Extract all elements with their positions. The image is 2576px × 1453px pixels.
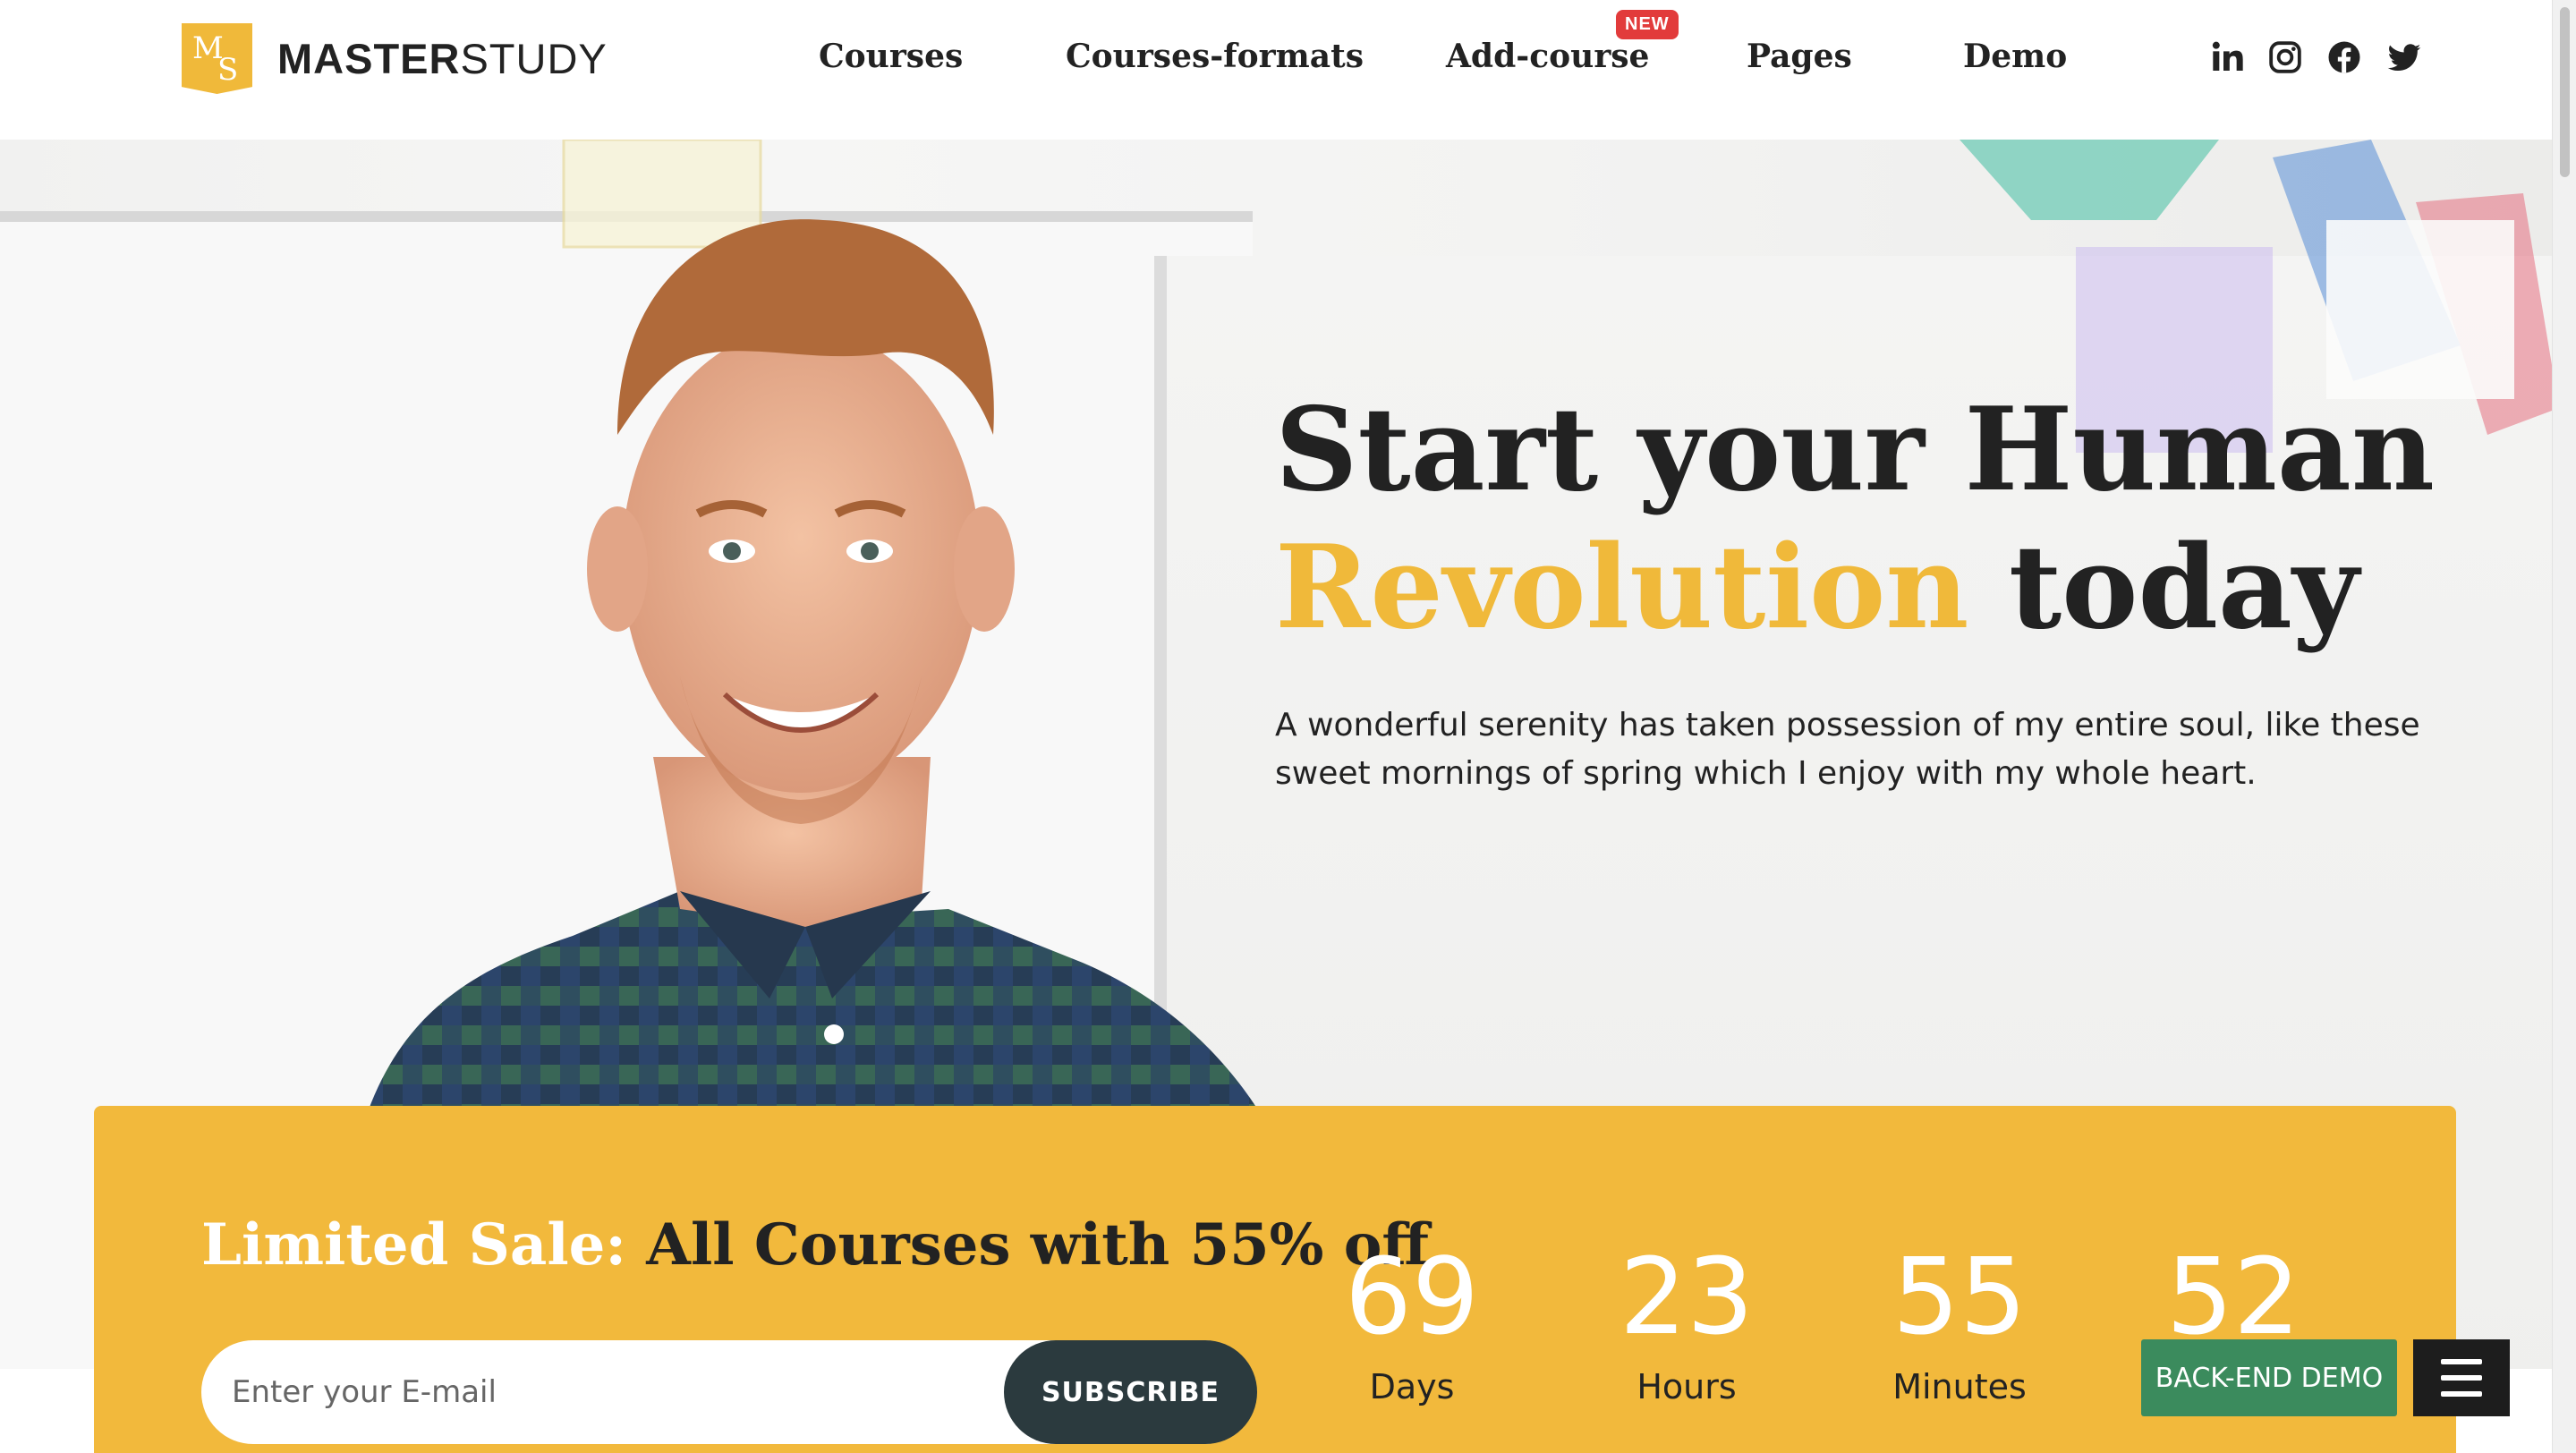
back-end-demo-button[interactable]: BACK-END DEMO <box>2141 1339 2397 1416</box>
nav-item-courses[interactable]: Courses <box>819 38 963 75</box>
countdown-minutes: 55 Minutes <box>1861 1238 2058 1406</box>
countdown-days-label: Days <box>1369 1367 1455 1406</box>
menu-bar-top <box>2441 1359 2482 1364</box>
new-badge: NEW <box>1616 10 1679 39</box>
scrollbar-thumb[interactable] <box>2560 7 2570 177</box>
nav-item-pages[interactable]: Pages <box>1747 38 1852 75</box>
countdown-seconds-value: 52 <box>2165 1235 2301 1358</box>
site-header: M S MASTERSTUDY Courses Courses-formats … <box>0 0 2552 140</box>
menu-bar-bottom <box>2441 1391 2482 1397</box>
twitter-icon[interactable] <box>2386 39 2422 75</box>
headline-today-word: today <box>2009 521 2359 655</box>
page-scrollbar[interactable] <box>2552 0 2576 1453</box>
nav-item-add-course[interactable]: Add-course <box>1446 38 1649 75</box>
hero-description: A wonderful serenity has taken possessio… <box>1275 707 2420 792</box>
hamburger-menu-icon[interactable] <box>2413 1339 2510 1416</box>
countdown-hours-label: Hours <box>1637 1367 1737 1406</box>
hero-headline: Start your Human Revolution today <box>1275 381 2435 657</box>
countdown-hours-value: 23 <box>1619 1235 1755 1358</box>
countdown-minutes-label: Minutes <box>1892 1367 2027 1406</box>
countdown-hours: 23 Hours <box>1588 1238 1785 1406</box>
nav-item-demo[interactable]: Demo <box>1963 38 2067 75</box>
sale-title-text: All Courses with 55% off <box>646 1211 1429 1279</box>
headline-line-1: Start your Human <box>1275 383 2435 517</box>
sale-title-label: Limited Sale: <box>201 1211 626 1279</box>
email-field[interactable] <box>232 1367 930 1417</box>
headline-line-2: Revolution today <box>1275 519 2435 657</box>
countdown-days: 69 Days <box>1314 1238 1510 1406</box>
countdown-minutes-value: 55 <box>1892 1235 2028 1358</box>
menu-bar-middle <box>2441 1375 2482 1381</box>
main-nav: Courses Courses-formats Add-course Pages… <box>0 38 2552 82</box>
subscribe-button[interactable]: SUBSCRIBE <box>1004 1340 1257 1444</box>
headline-accent-word: Revolution <box>1275 521 1969 655</box>
countdown-days-value: 69 <box>1344 1235 1480 1358</box>
sale-title: Limited Sale: All Courses with 55% off <box>201 1211 1429 1279</box>
linkedin-icon[interactable] <box>2210 39 2246 75</box>
nav-item-courses-formats[interactable]: Courses-formats <box>1066 38 1364 75</box>
facebook-icon[interactable] <box>2326 39 2362 75</box>
sale-panel: Limited Sale: All Courses with 55% off S… <box>94 1106 2456 1453</box>
instagram-icon[interactable] <box>2267 39 2303 75</box>
